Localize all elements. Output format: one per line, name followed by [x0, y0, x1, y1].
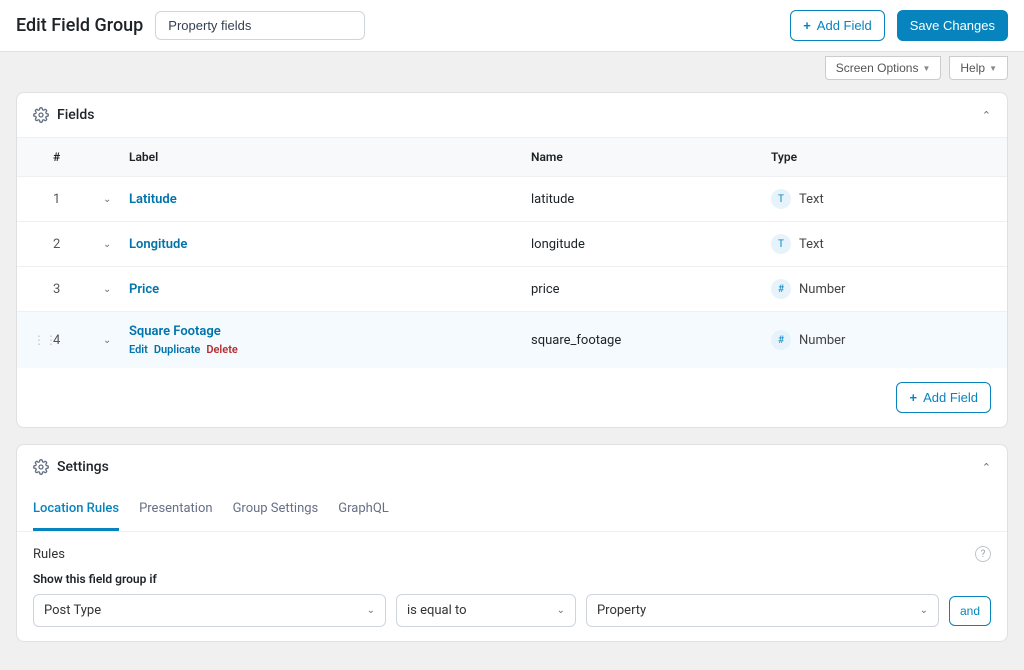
rules-heading-row: Rules ? [33, 546, 991, 562]
screen-options-label: Screen Options [836, 61, 919, 75]
field-order: 1 [53, 192, 103, 207]
tab-graphql[interactable]: GraphQL [338, 489, 388, 531]
rule-operator-value: is equal to [407, 603, 467, 618]
expand-field-icon[interactable]: ⌄ [103, 239, 129, 250]
col-type-header: Type [771, 150, 991, 164]
settings-body: Rules ? Show this field group if Post Ty… [17, 532, 1007, 641]
help-icon[interactable]: ? [975, 546, 991, 562]
field-type-text: Number [799, 282, 845, 297]
tab-presentation[interactable]: Presentation [139, 489, 213, 531]
group-title-input[interactable] [155, 11, 365, 40]
rule-value-text: Property [597, 603, 646, 618]
field-label-cell: Longitude [129, 237, 531, 252]
settings-panel-head: Settings ⌃ [17, 445, 1007, 489]
expand-field-icon[interactable]: ⌄ [103, 194, 129, 205]
field-type-text: Number [799, 333, 845, 348]
fields-gear-icon [33, 107, 49, 123]
plus-icon [909, 390, 917, 405]
field-label-cell: Square Footage Edit Duplicate Delete [129, 324, 531, 356]
collapse-panel-icon[interactable]: ⌃ [982, 461, 991, 474]
settings-gear-icon [33, 459, 49, 475]
expand-field-icon[interactable]: ⌄ [103, 335, 129, 346]
add-field-bottom-button[interactable]: Add Field [896, 382, 991, 413]
field-row[interactable]: ⋮⋮4⌄Square Footage Edit Duplicate Delete squ… [17, 311, 1007, 368]
field-row[interactable]: 2⌄Longitude longitudeT Text [17, 221, 1007, 266]
caret-down-icon: ▼ [989, 64, 997, 73]
rule-value-select[interactable]: Property ⌄ [586, 594, 939, 627]
settings-tabs: Location Rules Presentation Group Settings… [17, 489, 1007, 532]
expand-field-icon[interactable]: ⌄ [103, 284, 129, 295]
drag-handle-icon[interactable]: ⋮⋮ [33, 333, 53, 347]
show-if-label: Show this field group if [33, 572, 991, 586]
collapse-panel-icon[interactable]: ⌃ [982, 109, 991, 122]
settings-panel: Settings ⌃ Location Rules Presentation Gro… [16, 444, 1008, 642]
rule-param-select[interactable]: Post Type ⌄ [33, 594, 386, 627]
type-badge-icon: T [771, 234, 791, 254]
field-label-link[interactable]: Price [129, 282, 159, 297]
screen-options-row: Screen Options ▼ Help ▼ [0, 52, 1024, 80]
field-type-text: Text [799, 237, 824, 252]
field-label-cell: Price [129, 282, 531, 297]
page-title: Edit Field Group [16, 15, 143, 36]
add-field-top-label: Add Field [817, 18, 872, 33]
field-order: 2 [53, 237, 103, 252]
col-label-header: Label [129, 150, 531, 164]
help-label: Help [960, 61, 985, 75]
topbar: Edit Field Group Add Field Save Changes [0, 0, 1024, 52]
field-type: T Text [771, 234, 991, 254]
field-label-link[interactable]: Latitude [129, 192, 177, 207]
field-row[interactable]: 3⌄Price price# Number [17, 266, 1007, 311]
fields-panel-head: Fields ⌃ [17, 93, 1007, 137]
fields-rows: 1⌄LatitudelatitudeTText2⌄Longitudelongit… [17, 176, 1007, 368]
tab-group-settings[interactable]: Group Settings [233, 489, 319, 531]
field-label-link[interactable]: Square Footage [129, 324, 221, 339]
fields-table-header: # Label Name Type [17, 137, 1007, 176]
rules-heading: Rules [33, 547, 65, 562]
field-name: latitude [531, 192, 771, 207]
caret-down-icon: ▼ [922, 64, 930, 73]
tab-location-rules[interactable]: Location Rules [33, 489, 119, 531]
field-label-link[interactable]: Longitude [129, 237, 187, 252]
content: Fields ⌃ # Label Name Type 1⌄Latitudelat… [0, 80, 1024, 670]
fields-panel: Fields ⌃ # Label Name Type 1⌄Latitudelat… [16, 92, 1008, 428]
rule-row: Post Type ⌄ is equal to ⌄ Property ⌄ and [33, 594, 991, 627]
field-name: price [531, 282, 771, 297]
chevron-down-icon: ⌄ [557, 605, 565, 616]
add-field-bottom-label: Add Field [923, 390, 978, 405]
settings-panel-title: Settings [57, 459, 109, 475]
fields-panel-footer: Add Field [17, 368, 1007, 427]
col-order-header: # [53, 150, 103, 164]
chevron-down-icon: ⌄ [367, 605, 375, 616]
field-label-cell: Latitude [129, 192, 531, 207]
duplicate-link[interactable]: Duplicate [154, 343, 200, 356]
rule-operator-select[interactable]: is equal to ⌄ [396, 594, 576, 627]
field-name: longitude [531, 237, 771, 252]
add-field-top-button[interactable]: Add Field [790, 10, 885, 41]
edit-link[interactable]: Edit [129, 343, 148, 356]
rule-param-value: Post Type [44, 603, 101, 618]
field-type: # Number [771, 279, 991, 299]
help-button[interactable]: Help ▼ [949, 56, 1008, 80]
type-badge-icon: T [771, 189, 791, 209]
col-name-header: Name [531, 150, 771, 164]
fields-panel-title: Fields [57, 107, 94, 123]
field-row[interactable]: 1⌄Latitude latitudeT Text [17, 176, 1007, 221]
and-button[interactable]: and [949, 596, 991, 626]
save-changes-button[interactable]: Save Changes [897, 10, 1008, 41]
delete-link[interactable]: Delete [206, 343, 237, 356]
field-order: 4 [53, 333, 103, 348]
plus-icon [803, 18, 811, 33]
field-type-text: Text [799, 192, 824, 207]
type-badge-icon: # [771, 330, 791, 350]
field-type: T Text [771, 189, 991, 209]
field-type: # Number [771, 330, 991, 350]
chevron-down-icon: ⌄ [920, 605, 928, 616]
screen-options-button[interactable]: Screen Options ▼ [825, 56, 942, 80]
type-badge-icon: # [771, 279, 791, 299]
field-order: 3 [53, 282, 103, 297]
field-name: square_footage [531, 333, 771, 348]
row-actions: Edit Duplicate Delete [129, 343, 531, 356]
